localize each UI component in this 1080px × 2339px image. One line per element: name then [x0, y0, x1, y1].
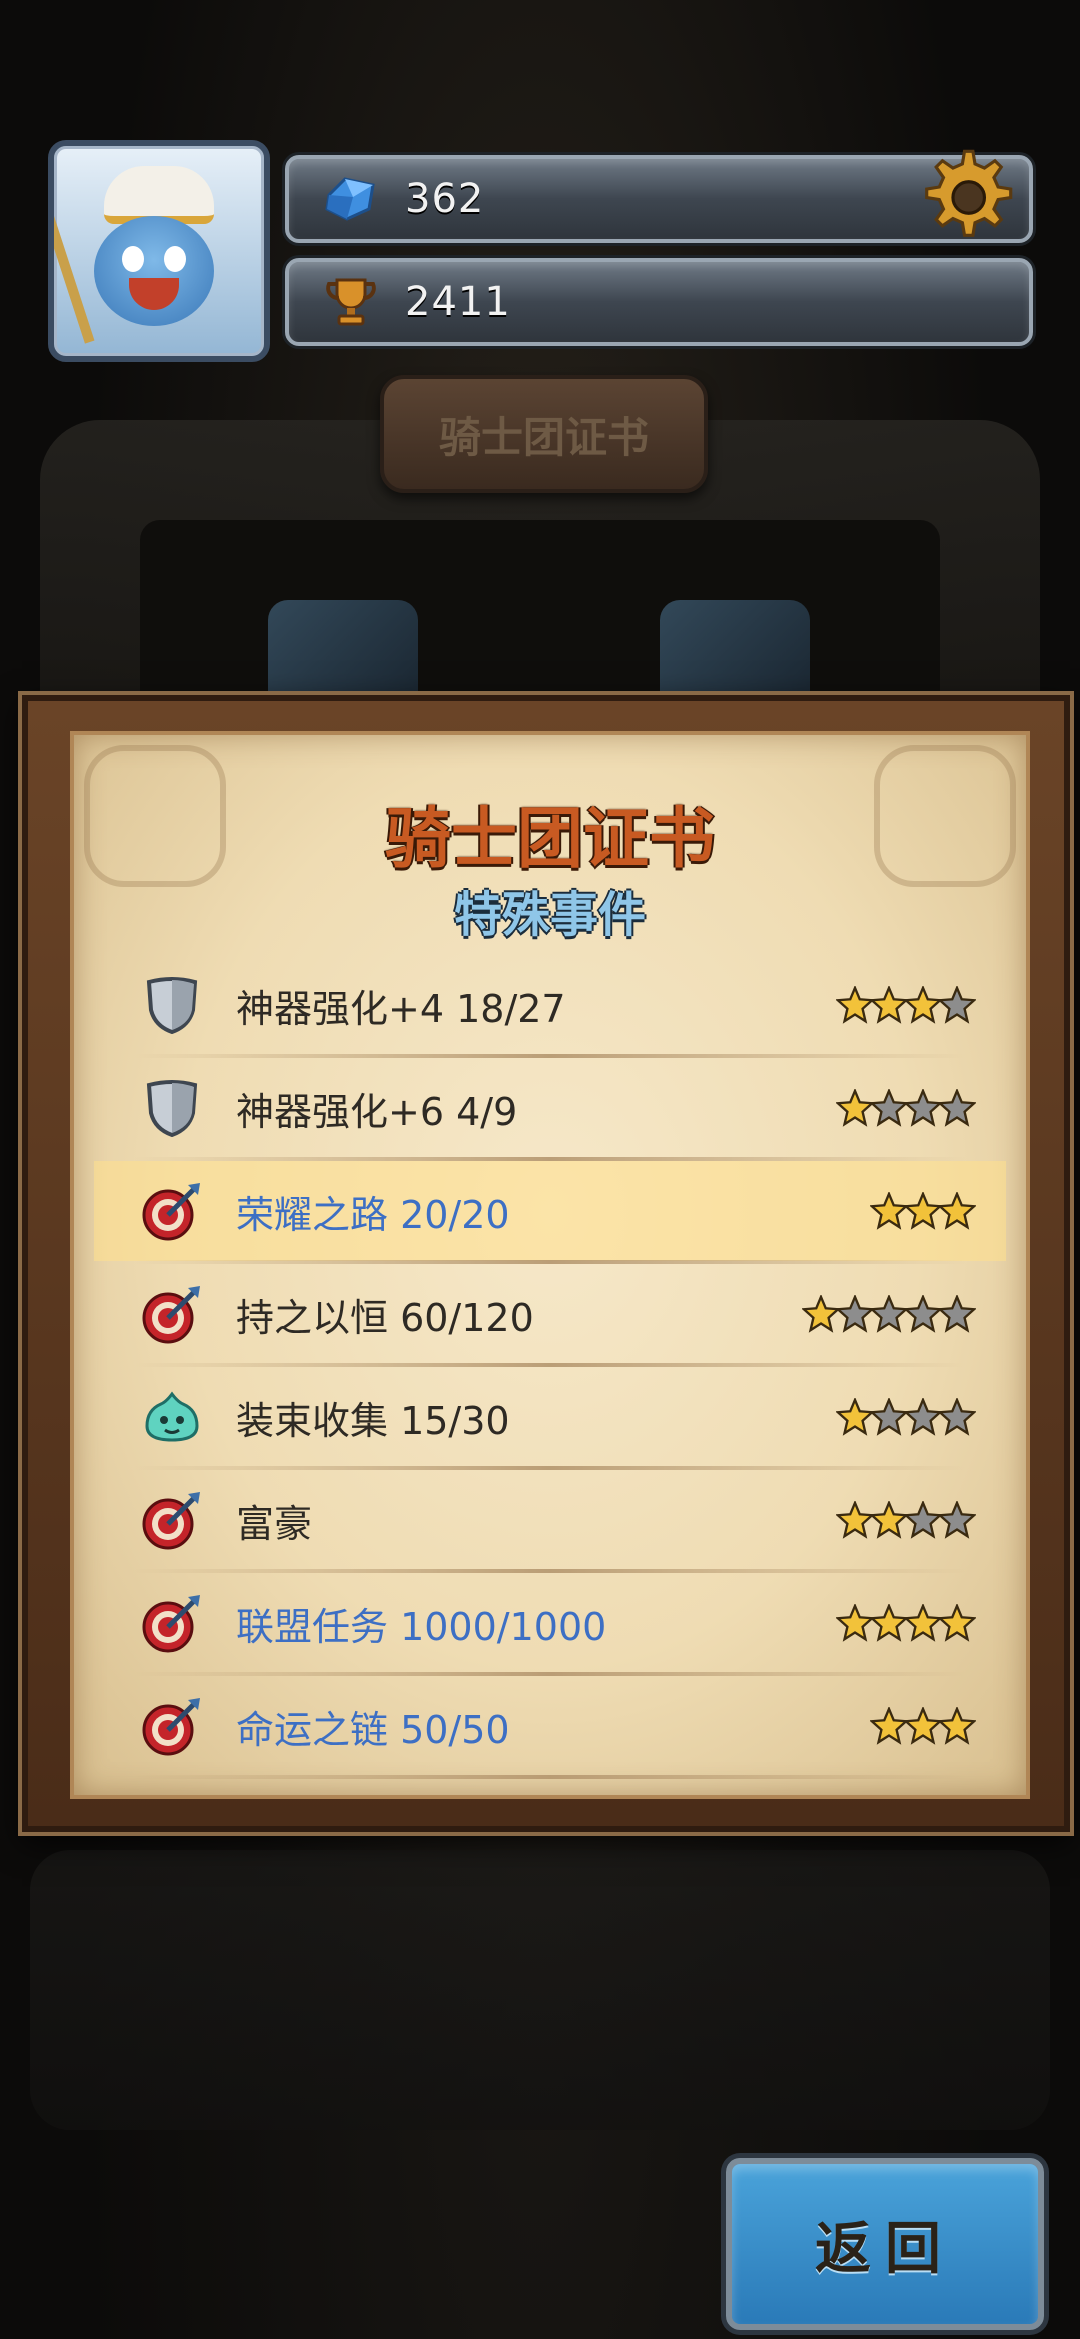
shield-icon	[142, 975, 202, 1035]
filled-star-icon	[870, 1501, 908, 1539]
blue-gem-icon	[323, 171, 379, 227]
filled-star-icon	[904, 1192, 942, 1230]
empty-star-icon	[938, 1501, 976, 1539]
achievement-row[interactable]: 神器强化+4 18/27	[94, 955, 1006, 1058]
filled-star-icon	[938, 1707, 976, 1745]
shield-icon	[142, 1078, 202, 1138]
achievement-row[interactable]: 装束收集 15/30	[94, 1367, 1006, 1470]
achievement-row[interactable]: 荣耀之路 20/20	[94, 1161, 1006, 1264]
target-icon	[142, 1284, 202, 1344]
filled-star-icon	[904, 1604, 942, 1642]
star-rating	[870, 1187, 976, 1235]
star-rating	[836, 1599, 976, 1647]
empty-star-icon	[904, 1501, 942, 1539]
stone-floor	[30, 1850, 1050, 2130]
achievement-label: 荣耀之路 20/20	[236, 1192, 510, 1237]
empty-star-icon	[938, 1089, 976, 1127]
achievement-label: 命运之链 50/50	[236, 1707, 510, 1752]
achievement-label: 装束收集 15/30	[236, 1398, 510, 1443]
achievement-row[interactable]: 命运之链 50/50	[94, 1676, 1006, 1779]
trophy-icon	[323, 274, 379, 330]
achievement-row[interactable]: 联盟任务 1000/1000	[94, 1573, 1006, 1676]
filled-star-icon	[802, 1295, 840, 1333]
filled-star-icon	[836, 1501, 874, 1539]
trophy-value: 2411	[405, 279, 511, 325]
filled-star-icon	[836, 986, 874, 1024]
achievement-label: 富豪	[236, 1501, 313, 1546]
empty-star-icon	[938, 1398, 976, 1436]
filled-star-icon	[904, 1707, 942, 1745]
panel-title: 骑士团证书	[385, 800, 715, 877]
star-rating	[870, 1702, 976, 1750]
empty-star-icon	[870, 1398, 908, 1436]
empty-star-icon	[938, 1295, 976, 1333]
panel-subtitle: 特殊事件	[453, 887, 646, 943]
star-rating	[836, 1496, 976, 1544]
empty-star-icon	[836, 1295, 874, 1333]
empty-star-icon	[904, 1295, 942, 1333]
empty-star-icon	[904, 1398, 942, 1436]
target-icon	[142, 1490, 202, 1550]
target-icon	[142, 1593, 202, 1653]
target-icon	[142, 1181, 202, 1241]
filled-star-icon	[870, 1707, 908, 1745]
filled-star-icon	[870, 1192, 908, 1230]
background-plaque: 骑士团证书	[380, 375, 708, 493]
star-rating	[836, 981, 976, 1029]
star-rating	[802, 1290, 976, 1338]
back-button[interactable]: 返回	[726, 2158, 1044, 2330]
sword-graphic	[54, 188, 95, 344]
filled-star-icon	[836, 1398, 874, 1436]
achievement-row[interactable]: 持之以恒 60/120	[94, 1264, 1006, 1367]
achievement-label: 神器强化+6 4/9	[236, 1089, 518, 1134]
target-icon	[142, 1696, 202, 1756]
slime-icon	[142, 1387, 202, 1447]
achievement-label: 神器强化+4 18/27	[236, 986, 566, 1031]
filled-star-icon	[836, 1089, 874, 1127]
empty-star-icon	[870, 1089, 908, 1127]
avatar-face	[94, 216, 214, 326]
star-rating	[836, 1393, 976, 1441]
achievement-row[interactable]: 神器强化+6 4/9	[94, 1058, 1006, 1161]
star-rating	[836, 1084, 976, 1132]
achievement-label: 联盟任务 1000/1000	[236, 1604, 607, 1649]
empty-star-icon	[904, 1089, 942, 1127]
filled-star-icon	[904, 986, 942, 1024]
parchment: 骑士团证书 特殊事件 神器强化+4 18/27 神器强化+6 4/9 荣耀之路 20…	[70, 731, 1030, 1799]
achievement-row[interactable]: 富豪	[94, 1470, 1006, 1573]
empty-star-icon	[870, 1295, 908, 1333]
filled-star-icon	[870, 986, 908, 1024]
filled-star-icon	[870, 1604, 908, 1642]
achievement-label: 持之以恒 60/120	[236, 1295, 534, 1340]
filled-star-icon	[938, 1604, 976, 1642]
gems-value: 362	[405, 176, 485, 222]
trophy-counter: 2411	[285, 258, 1033, 346]
empty-star-icon	[938, 986, 976, 1024]
filled-star-icon	[938, 1192, 976, 1230]
certificate-panel: 骑士团证书 特殊事件 神器强化+4 18/27 神器强化+6 4/9 荣耀之路 20…	[22, 695, 1070, 1832]
filled-star-icon	[836, 1604, 874, 1642]
settings-gear-icon[interactable]	[912, 145, 1017, 250]
player-avatar[interactable]	[48, 140, 270, 362]
